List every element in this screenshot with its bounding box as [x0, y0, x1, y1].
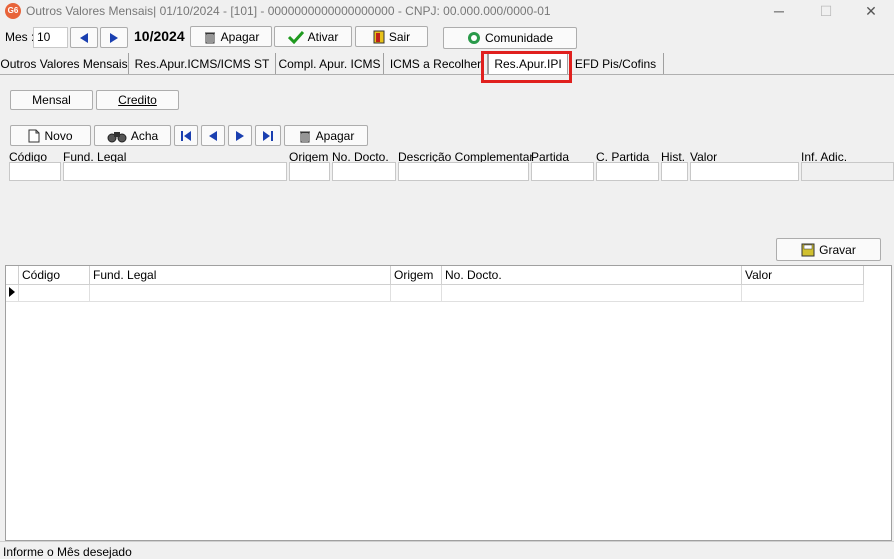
next-record-button[interactable]	[228, 125, 252, 146]
grid-header-codigo[interactable]: Código	[19, 266, 90, 285]
status-bar: Informe o Mês desejado	[0, 541, 894, 559]
app-logo-icon: G6	[5, 3, 21, 19]
fund-legal-field[interactable]	[63, 162, 287, 181]
row-pointer-icon	[9, 287, 15, 297]
comunidade-label: Comunidade	[484, 31, 554, 45]
c-partida-field[interactable]	[596, 162, 659, 181]
acha-button[interactable]: Acha	[94, 125, 171, 146]
prev-month-button[interactable]	[70, 27, 98, 48]
table-cell[interactable]	[391, 285, 442, 302]
save-icon	[801, 243, 815, 256]
tab-efd-pis-cofins[interactable]: EFD Pis/Cofins	[568, 53, 664, 75]
apagar-record-button[interactable]: Apagar	[284, 125, 368, 146]
prev-record-button[interactable]	[201, 125, 225, 146]
ativar-label: Ativar	[307, 29, 339, 44]
origem-field[interactable]	[289, 162, 330, 181]
tab-res-apur-icms[interactable]: Res.Apur.ICMS/ICMS ST	[129, 53, 276, 75]
highlight-box	[481, 51, 572, 83]
last-icon	[263, 130, 273, 141]
novo-label: Novo	[44, 128, 73, 143]
comunidade-button[interactable]: Comunidade	[443, 27, 577, 49]
inf-adic-field[interactable]	[801, 162, 894, 181]
table-cell[interactable]	[90, 285, 391, 302]
hist-field[interactable]	[661, 162, 688, 181]
partida-field[interactable]	[531, 162, 594, 181]
mensal-button[interactable]: Mensal	[10, 90, 93, 110]
no-docto-field[interactable]	[332, 162, 396, 181]
trash-icon	[299, 131, 310, 142]
table-cell[interactable]	[19, 285, 90, 302]
grid-header-fund-legal[interactable]: Fund. Legal	[90, 266, 391, 285]
novo-button[interactable]: Novo	[10, 125, 91, 146]
exit-door-icon	[373, 30, 385, 43]
binoculars-icon	[107, 131, 127, 142]
arrow-right-icon	[110, 32, 118, 43]
grid-header-no-docto[interactable]: No. Docto.	[442, 266, 742, 285]
descricao-field[interactable]	[398, 162, 529, 181]
grid-indicator-header	[6, 266, 19, 285]
table-cell[interactable]	[742, 285, 864, 302]
window-title: Outros Valores Mensais| 01/10/2024 - [10…	[26, 4, 551, 18]
tab-divider	[0, 74, 894, 75]
acha-label: Acha	[130, 128, 159, 143]
table-cell[interactable]	[442, 285, 742, 302]
close-button[interactable]: ✕	[848, 0, 894, 24]
new-document-icon	[28, 129, 40, 142]
codigo-field[interactable]	[9, 162, 61, 181]
apagar-top-button[interactable]: Apagar	[190, 26, 272, 47]
next-icon	[236, 130, 244, 141]
mes-label: Mes :	[5, 30, 35, 44]
gravar-label: Gravar	[819, 242, 856, 257]
period-label: 10/2024	[134, 28, 185, 44]
trash-icon	[204, 32, 215, 43]
valor-field[interactable]	[690, 162, 799, 181]
grid-header-valor[interactable]: Valor	[742, 266, 864, 285]
checkmark-icon	[287, 30, 304, 44]
ativar-button[interactable]: Ativar	[274, 26, 352, 47]
grid-header-origem[interactable]: Origem	[391, 266, 442, 285]
mes-input[interactable]: 10	[33, 27, 68, 48]
prev-icon	[209, 130, 217, 141]
tab-icms-recolher[interactable]: ICMS a Recolher	[384, 53, 488, 75]
sair-button[interactable]: Sair	[355, 26, 428, 47]
community-icon	[467, 32, 480, 44]
last-record-button[interactable]	[255, 125, 281, 146]
credito-button[interactable]: Credito	[96, 90, 179, 110]
next-month-button[interactable]	[100, 27, 128, 48]
apagar-top-label: Apagar	[220, 29, 260, 44]
first-icon	[181, 130, 191, 141]
sair-label: Sair	[388, 29, 411, 44]
row-indicator	[6, 285, 19, 302]
minimize-button[interactable]: ─	[756, 0, 802, 24]
gravar-button[interactable]: Gravar	[776, 238, 881, 261]
title-bar: G6 Outros Valores Mensais| 01/10/2024 - …	[0, 0, 894, 24]
arrow-left-icon	[80, 32, 88, 43]
records-grid[interactable]: Código Fund. Legal Origem No. Docto. Val…	[5, 265, 892, 541]
first-record-button[interactable]	[174, 125, 198, 146]
apagar-record-label: Apagar	[315, 128, 355, 143]
tab-outros-valores[interactable]: Outros Valores Mensais	[0, 53, 129, 75]
maximize-button[interactable]: ☐	[803, 0, 849, 24]
tab-compl-apur-icms[interactable]: Compl. Apur. ICMS	[276, 53, 384, 75]
